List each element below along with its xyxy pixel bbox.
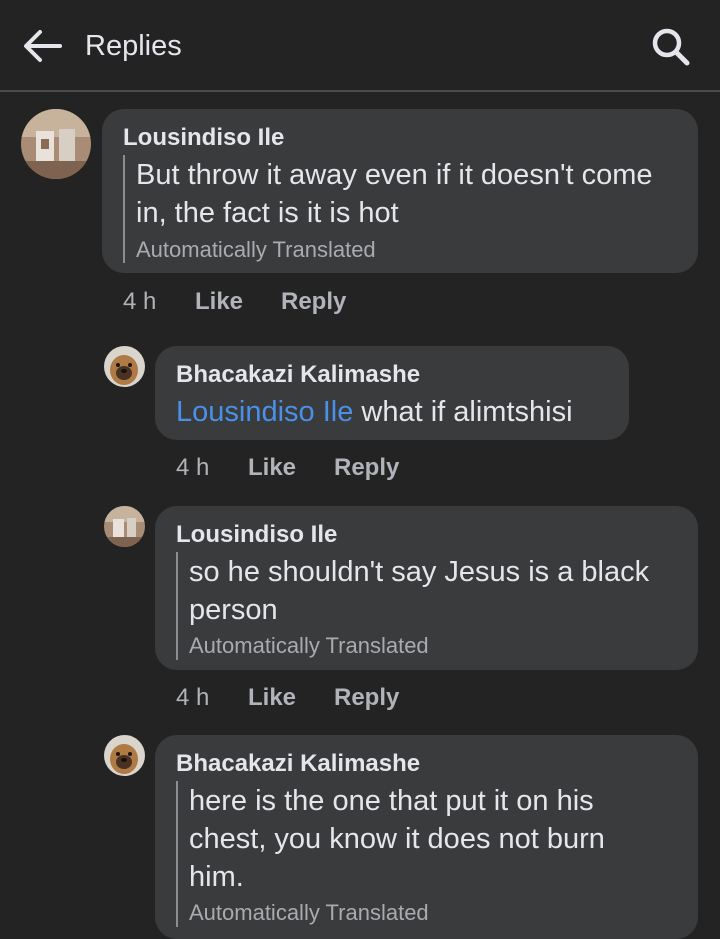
reply-button[interactable]: Reply	[334, 684, 399, 712]
header-bar: Replies	[0, 0, 720, 92]
comment-time: 4 h	[176, 684, 210, 711]
back-arrow-icon[interactable]	[22, 28, 62, 64]
reply-button[interactable]: Reply	[281, 288, 346, 316]
comment-text-line: him.	[189, 861, 244, 893]
comment-text-line: here is the one that put it on his	[189, 785, 594, 817]
translated-block	[176, 781, 179, 927]
avatar[interactable]	[104, 506, 145, 547]
comment-author[interactable]: Bhacakazi Kalimashe	[176, 361, 420, 389]
translated-block	[123, 155, 126, 263]
avatar[interactable]	[21, 109, 91, 179]
comment-author[interactable]: Lousindiso Ile	[123, 124, 284, 152]
comment-text-line: person	[189, 594, 278, 626]
comment-author[interactable]: Lousindiso Ile	[176, 521, 337, 549]
avatar[interactable]	[104, 735, 145, 776]
avatar[interactable]	[104, 346, 145, 387]
like-button[interactable]: Like	[248, 684, 296, 712]
comment-text-line: in, the fact is it is hot	[136, 197, 399, 229]
translated-block	[176, 552, 179, 660]
reply-button[interactable]: Reply	[334, 454, 399, 482]
like-button[interactable]: Like	[195, 288, 243, 316]
comment-text-line: But throw it away even if it doesn't com…	[136, 159, 653, 191]
translation-note[interactable]: Automatically Translated	[189, 633, 429, 659]
comment-text-line: chest, you know it does not burn	[189, 823, 605, 855]
mention-link[interactable]: Lousindiso Ile	[176, 396, 353, 428]
translation-note[interactable]: Automatically Translated	[189, 900, 429, 926]
comment-time: 4 h	[176, 454, 210, 481]
search-icon[interactable]	[650, 26, 692, 68]
comment-actions: 4 h Like Reply	[176, 454, 476, 484]
comment-text: Lousindiso Ile what if alimtshisi	[176, 393, 573, 431]
like-button[interactable]: Like	[248, 454, 296, 482]
comment-actions: 4 h Like Reply	[176, 684, 476, 714]
translation-note[interactable]: Automatically Translated	[136, 237, 376, 263]
comment-text-line: so he shouldn't say Jesus is a black	[189, 556, 650, 588]
comment-author[interactable]: Bhacakazi Kalimashe	[176, 750, 420, 778]
comment-text-body: what if alimtshisi	[353, 396, 573, 428]
comment-actions: 4 h Like Reply	[123, 288, 423, 318]
comment-time: 4 h	[123, 288, 157, 315]
page-title: Replies	[85, 30, 182, 62]
